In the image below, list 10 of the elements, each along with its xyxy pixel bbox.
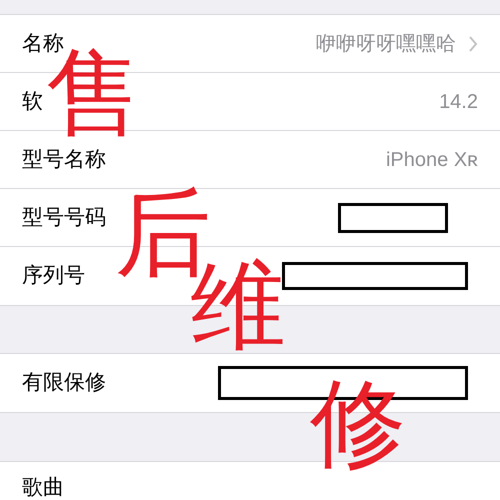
row-label: 有限保修 [22, 370, 107, 396]
row-label: 型号名称 [22, 146, 107, 173]
annotation-character: 修 [310, 375, 406, 471]
row-value: iPhone Xʀ [386, 148, 478, 172]
row-label: 型号号码 [22, 204, 107, 231]
row-label: 序列号 [22, 263, 86, 290]
row-value: 咿咿呀呀嘿嘿哈 [316, 32, 456, 56]
row-value: 14.2 [439, 90, 478, 114]
row-label: 歌曲 [22, 475, 65, 500]
row-label: 软 [22, 88, 44, 115]
